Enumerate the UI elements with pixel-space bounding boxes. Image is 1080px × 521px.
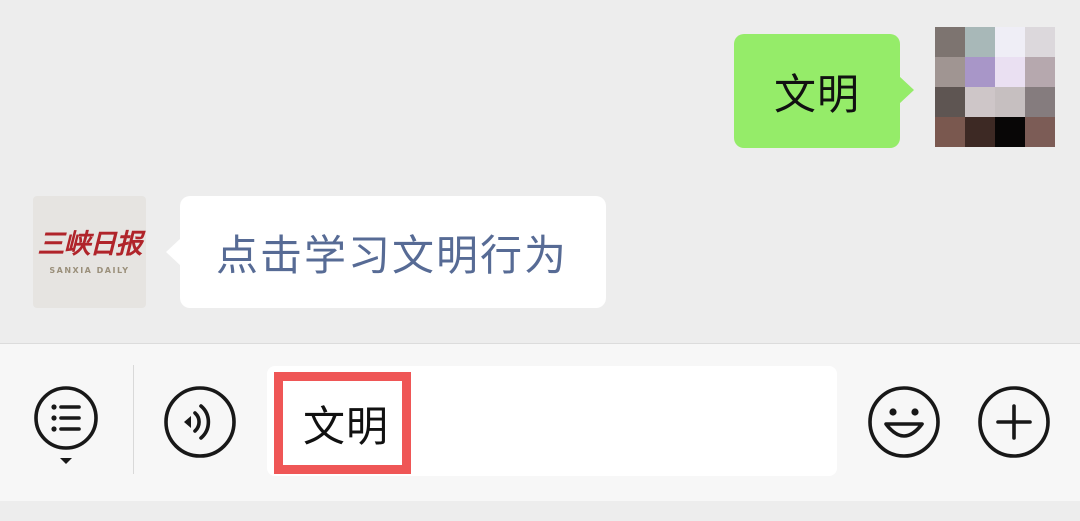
avatar-pixel (1025, 27, 1055, 57)
sender-logo-chinese: 三峡日报 (37, 228, 143, 260)
more-options-button[interactable] (976, 384, 1052, 460)
input-bar-divider (133, 365, 134, 474)
avatar-pixel (935, 57, 965, 87)
incoming-message-bubble[interactable]: 点击学习文明行为 (165, 196, 607, 308)
avatar-pixel (965, 57, 995, 87)
avatar-pixel (935, 117, 965, 147)
emoji-button[interactable] (866, 384, 942, 460)
avatar-pixel (995, 57, 1025, 87)
avatar-pixel (995, 27, 1025, 57)
avatar-pixel (1025, 87, 1055, 117)
avatar-pixel (1025, 117, 1055, 147)
voice-icon (164, 386, 236, 458)
avatar-pixel (965, 87, 995, 117)
sender-logo-english: SANXIA DAILY (49, 265, 130, 275)
incoming-message-link[interactable]: 点击学习文明行为 (216, 222, 568, 283)
avatar-pixel (965, 27, 995, 57)
sender-avatar[interactable]: 三峡日报 SANXIA DAILY (33, 196, 146, 308)
menu-list-icon (34, 386, 98, 464)
voice-button[interactable] (162, 384, 238, 460)
chat-input-bar: 文明 (0, 343, 1080, 501)
avatar-pixel (935, 87, 965, 117)
outgoing-message-text: 文明 (773, 69, 860, 119)
smiley-icon (868, 386, 940, 458)
outgoing-message-bubble[interactable]: 文明 (733, 34, 915, 148)
plus-icon (978, 386, 1050, 458)
chat-area: 文明 三峡日报 SANXIA DAILY 点击学习文明行为 (0, 0, 1080, 343)
avatar-pixel (965, 117, 995, 147)
avatar-pixel (995, 87, 1025, 117)
self-avatar[interactable] (935, 27, 1055, 147)
avatar-pixel (995, 117, 1025, 147)
message-input-value: 文明 (274, 372, 412, 474)
avatar-pixel (935, 27, 965, 57)
menu-list-button[interactable] (32, 384, 102, 466)
message-input[interactable]: 文明 (267, 366, 837, 476)
avatar-pixel (1025, 57, 1055, 87)
bottom-safe-area (0, 501, 1080, 521)
